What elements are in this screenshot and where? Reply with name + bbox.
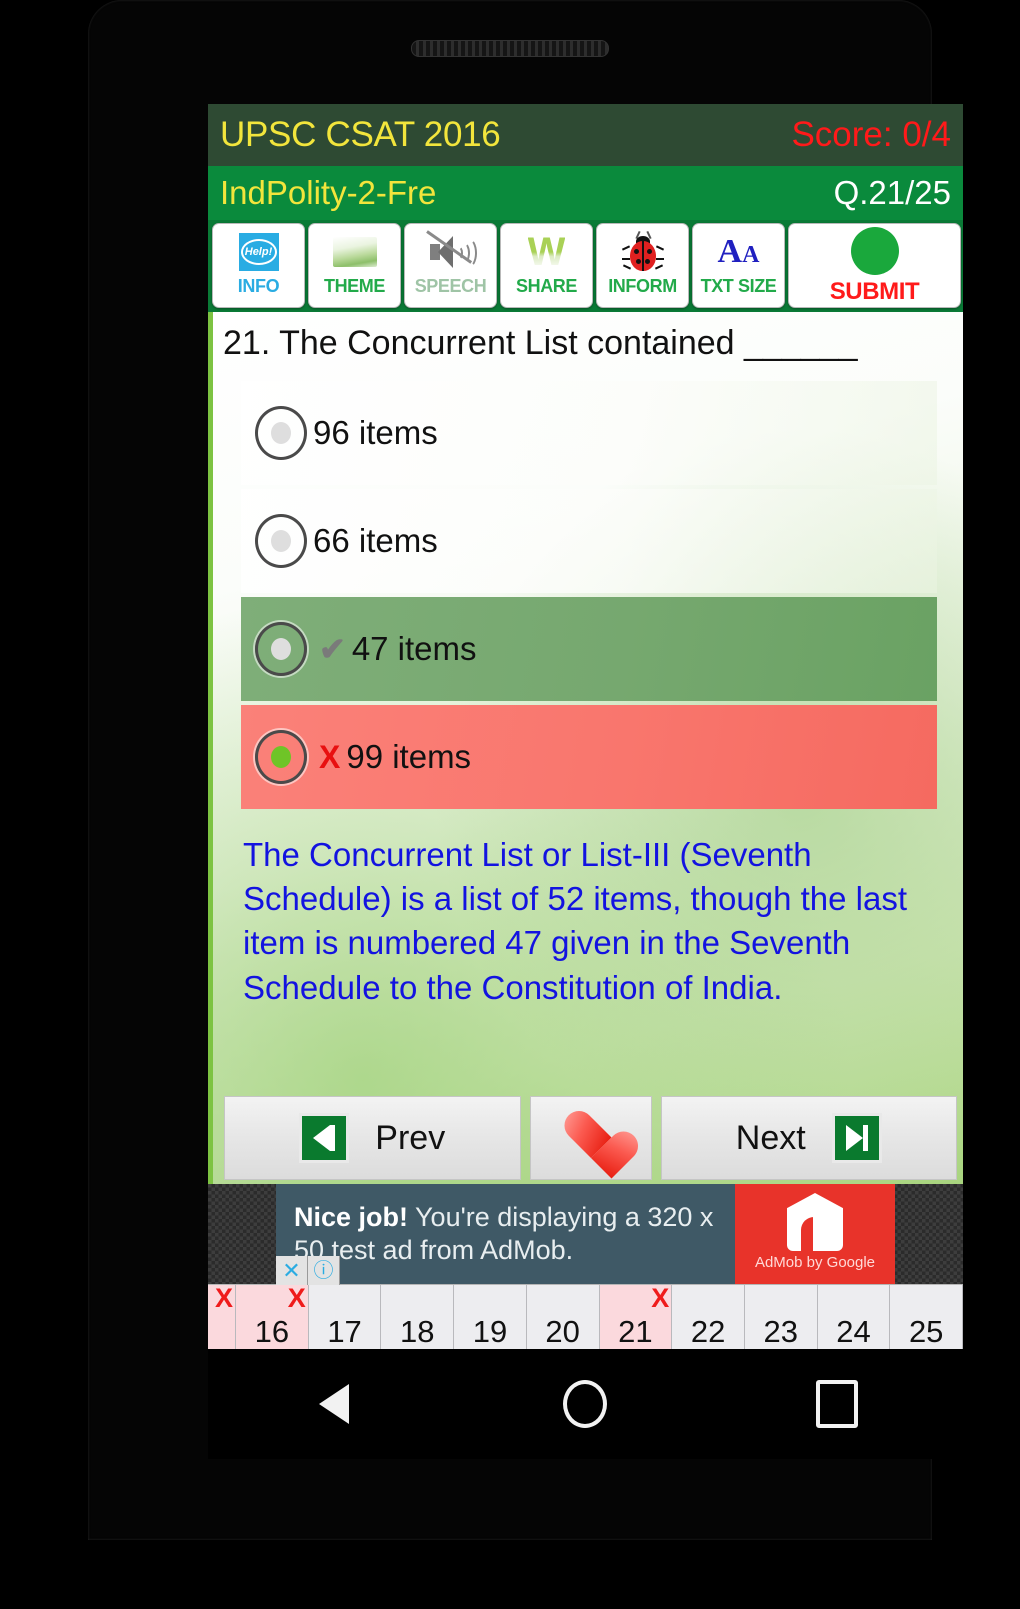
ad-headline: Nice job! <box>294 1201 409 1232</box>
correct-check-icon: ✔ <box>319 631 346 667</box>
subject-bar: IndPolity-2-Fre Q.21/25 <box>208 166 963 220</box>
qnum-cell[interactable]: 24 <box>817 1285 891 1349</box>
option-label: 66 items <box>313 522 438 559</box>
option-radio[interactable] <box>255 622 307 676</box>
prev-button[interactable]: Prev <box>224 1096 521 1180</box>
question-text: 21. The Concurrent List contained ______ <box>223 324 858 362</box>
wrong-cross-icon: X <box>319 738 341 775</box>
share-w-icon: W <box>527 230 566 274</box>
share-button-label: SHARE <box>515 276 577 296</box>
options-list: 96 items 66 items ✔ 47 items X 99 items <box>213 381 963 809</box>
theme-button[interactable]: THEME <box>308 223 401 308</box>
skip-to-last-icon <box>831 1113 882 1163</box>
share-button[interactable]: W SHARE <box>500 223 593 308</box>
info-button[interactable]: Help! INFO <box>212 223 305 308</box>
toolbar: Help! INFO THEME SPEECH W SHARE INFORM A… <box>208 220 963 312</box>
submit-button-label: SUBMIT <box>829 277 920 305</box>
explanation-text: The Concurrent List or List-III (Seventh… <box>243 836 908 1006</box>
ladybug-icon <box>621 229 664 275</box>
inform-button[interactable]: INFORM <box>596 223 689 308</box>
next-button[interactable]: Next <box>660 1096 957 1180</box>
ad-banner[interactable]: Nice job! You're displaying a 320 x 50 t… <box>208 1184 963 1286</box>
green-circle-icon <box>850 226 899 275</box>
option-label: 47 items <box>351 630 477 667</box>
qnum-label: 23 <box>763 1314 799 1349</box>
qnum-leading-marker: X <box>208 1285 236 1349</box>
qnum-label: 21 <box>618 1314 653 1349</box>
option-row-correct[interactable]: ✔ 47 items <box>241 597 937 701</box>
android-nav-bar <box>208 1349 963 1459</box>
next-button-label: Next <box>735 1118 806 1157</box>
qnum-label: 19 <box>472 1314 508 1349</box>
phone-frame: UPSC CSAT 2016 Score: 0/4 IndPolity-2-Fr… <box>88 0 963 1540</box>
option-row-wrong[interactable]: X 99 items <box>241 705 937 809</box>
ad-close-icon[interactable]: ✕ <box>276 1256 308 1286</box>
font-size-aa-icon: AA <box>717 233 760 270</box>
speaker-muted-icon <box>425 229 477 275</box>
ad-body[interactable]: Nice job! You're displaying a 320 x 50 t… <box>276 1184 735 1284</box>
ad-info-icon[interactable]: ⓘ <box>308 1256 340 1286</box>
qnum-label: 22 <box>690 1314 726 1349</box>
qnum-cell[interactable]: 23 <box>744 1285 818 1349</box>
option-label: 96 items <box>313 414 438 451</box>
qnum-cell[interactable]: 20 <box>526 1285 600 1349</box>
text-size-button-label: TXT SIZE <box>700 276 777 296</box>
theme-button-label: THEME <box>323 276 385 296</box>
qnum-label: 25 <box>908 1314 944 1349</box>
submit-button[interactable]: SUBMIT <box>788 223 961 308</box>
option-row[interactable]: 96 items <box>241 381 937 485</box>
home-circle-icon[interactable] <box>545 1374 625 1434</box>
admob-logo-icon <box>787 1193 843 1251</box>
skip-to-first-icon <box>299 1113 350 1163</box>
ad-logo-caption: AdMob by Google <box>754 1254 876 1271</box>
qnum-label: 18 <box>400 1314 435 1349</box>
title-bar: UPSC CSAT 2016 Score: 0/4 <box>208 104 963 166</box>
info-button-label: INFO <box>237 276 280 296</box>
option-radio[interactable] <box>255 514 307 568</box>
qnum-label: 16 <box>254 1314 290 1349</box>
app-title: UPSC CSAT 2016 <box>220 115 501 154</box>
subject-name: IndPolity-2-Fre <box>220 174 437 211</box>
qnum-x-icon: X <box>651 1283 670 1313</box>
back-triangle-icon[interactable] <box>294 1374 374 1434</box>
question-number-strip: X X 16 17 18 19 20 X 21 22 23 24 25 <box>208 1284 963 1349</box>
favorite-button[interactable] <box>529 1096 652 1180</box>
ad-text: Nice job! You're displaying a 320 x 50 t… <box>294 1201 735 1268</box>
qnum-cell[interactable]: 25 <box>890 1285 963 1349</box>
ad-logo[interactable]: AdMob by Google <box>735 1184 895 1284</box>
qnum-cell[interactable]: 19 <box>454 1285 527 1349</box>
qnum-label: 24 <box>836 1314 871 1349</box>
qnum-x-icon: X <box>214 1283 233 1313</box>
qnum-x-icon: X <box>287 1283 306 1313</box>
qnum-cell[interactable]: 18 <box>381 1285 455 1349</box>
qnum-label: 17 <box>327 1314 362 1349</box>
qnum-label: 20 <box>545 1314 580 1349</box>
speech-button[interactable]: SPEECH <box>404 223 497 308</box>
heart-icon <box>563 1112 619 1164</box>
speaker-grille <box>411 40 609 57</box>
ad-controls: ✕ ⓘ <box>276 1256 340 1286</box>
question-counter: Q.21/25 <box>833 174 951 211</box>
prev-button-label: Prev <box>375 1118 446 1157</box>
qnum-cell[interactable]: 22 <box>672 1285 745 1349</box>
qnum-cell[interactable]: X 16 <box>236 1285 309 1349</box>
qnum-cell[interactable]: 17 <box>308 1285 382 1349</box>
qnum-cell-current[interactable]: X 21 <box>599 1283 673 1349</box>
option-row[interactable]: 66 items <box>241 489 937 593</box>
option-radio[interactable] <box>255 406 307 460</box>
navigation-bar: Prev Next <box>218 1096 963 1180</box>
option-radio-selected[interactable] <box>255 730 307 784</box>
help-bubble-icon: Help! <box>238 229 279 275</box>
text-size-button[interactable]: AA TXT SIZE <box>692 223 785 308</box>
recents-square-icon[interactable] <box>797 1374 877 1434</box>
score-display: Score: 0/4 <box>791 115 951 154</box>
option-label: 99 items <box>346 738 472 775</box>
question-content: 21. The Concurrent List contained ______… <box>208 312 963 1184</box>
app-screen: UPSC CSAT 2016 Score: 0/4 IndPolity-2-Fr… <box>208 104 963 1349</box>
landscape-thumbnail-icon <box>332 229 377 275</box>
inform-button-label: INFORM <box>608 276 677 296</box>
speech-button-label: SPEECH <box>414 276 487 296</box>
